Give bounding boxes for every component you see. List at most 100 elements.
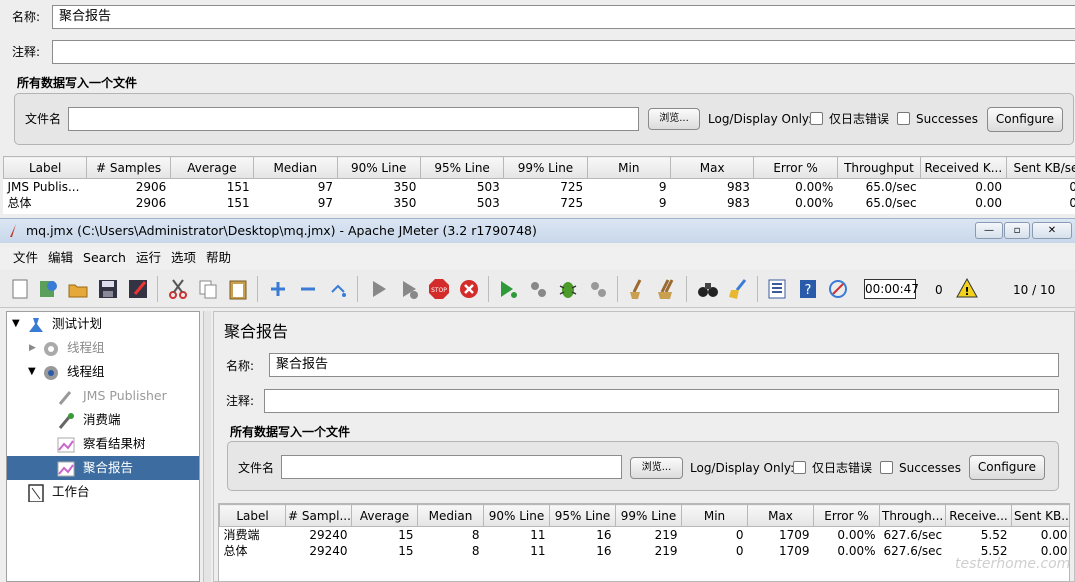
- minimize-button[interactable]: —: [975, 222, 1003, 239]
- templates-icon[interactable]: [37, 278, 59, 300]
- remote-settings-icon[interactable]: [827, 278, 849, 300]
- close-button[interactable]: ✕: [1032, 222, 1072, 239]
- warning-icon[interactable]: !: [956, 277, 978, 299]
- column-header[interactable]: Label: [219, 504, 286, 527]
- menu-options[interactable]: 选项: [166, 247, 201, 269]
- file-section-title: 所有数据写入一个文件: [230, 425, 351, 439]
- column-header[interactable]: Received K...: [920, 156, 1007, 179]
- column-header[interactable]: # Samples: [86, 156, 171, 179]
- table-row[interactable]: JMS Publis... 2906 151 97 350 503 725 9 983 0.00%…: [3, 178, 1075, 195]
- table-row[interactable]: 总体 2906 151 97 350 503 725 9 983 0.00% 65.0/sec 0.0…: [3, 195, 1075, 211]
- expand-toggle-icon[interactable]: ▼: [28, 360, 36, 384]
- errors-only-checkbox[interactable]: [793, 461, 806, 474]
- tree-item-view-results-tree[interactable]: 察看结果树: [7, 432, 199, 456]
- clear-icon[interactable]: [626, 278, 648, 300]
- browse-button[interactable]: 浏览...: [630, 457, 683, 479]
- column-header[interactable]: 95% Line: [549, 504, 616, 527]
- collapse-toggle-icon[interactable]: ▶: [29, 336, 36, 360]
- browse-button[interactable]: 浏览...: [648, 108, 700, 130]
- menu-search[interactable]: Search: [78, 247, 131, 269]
- menu-edit[interactable]: 编辑: [43, 247, 78, 269]
- successes-checkbox[interactable]: [880, 461, 893, 474]
- expand-icon[interactable]: [267, 278, 289, 300]
- svg-text:STOP: STOP: [431, 287, 447, 294]
- open-icon[interactable]: [67, 278, 89, 300]
- stop-icon[interactable]: STOP: [428, 278, 450, 300]
- comment-field[interactable]: [264, 389, 1059, 413]
- tree-item-thread-group-2[interactable]: ▼ 线程组: [7, 360, 199, 384]
- column-header[interactable]: 90% Line: [336, 156, 421, 179]
- new-icon[interactable]: [9, 278, 31, 300]
- cut-icon[interactable]: [167, 278, 189, 300]
- expand-toggle-icon[interactable]: ▼: [12, 312, 20, 336]
- remote-start-icon[interactable]: [497, 278, 519, 300]
- column-header[interactable]: Sent KB...: [1011, 504, 1069, 527]
- table-cell: 15: [351, 543, 418, 559]
- copy-icon[interactable]: [197, 278, 219, 300]
- name-field[interactable]: 聚合报告: [52, 5, 1075, 29]
- column-header[interactable]: Min: [586, 156, 672, 179]
- tree-item-thread-group-1[interactable]: ▶ 线程组: [7, 336, 199, 360]
- clear-all-icon[interactable]: [656, 278, 678, 300]
- column-header[interactable]: Label: [3, 156, 88, 179]
- column-header[interactable]: Median: [253, 156, 338, 179]
- table-cell: 29240: [285, 543, 352, 559]
- tree-item-test-plan[interactable]: ▼ 测试计划: [7, 312, 199, 336]
- toggle-icon[interactable]: [327, 278, 349, 300]
- remote-stop-icon[interactable]: [527, 278, 549, 300]
- start-no-pause-icon[interactable]: [398, 278, 420, 300]
- successes-checkbox[interactable]: [897, 112, 910, 125]
- column-header[interactable]: Min: [681, 504, 748, 527]
- column-header[interactable]: Median: [417, 504, 484, 527]
- binoculars-icon[interactable]: [697, 278, 719, 300]
- column-header[interactable]: Throughput: [836, 156, 922, 179]
- column-header[interactable]: Average: [169, 156, 255, 179]
- tree-item-label: 测试计划: [52, 316, 103, 331]
- column-header[interactable]: Error %: [753, 156, 838, 179]
- bug-icon[interactable]: [557, 278, 579, 300]
- filename-field[interactable]: [281, 455, 622, 479]
- broom-icon[interactable]: [727, 278, 749, 300]
- restore-button[interactable]: ▫: [1004, 222, 1030, 239]
- column-header[interactable]: 95% Line: [419, 156, 505, 179]
- filename-field[interactable]: [68, 107, 639, 131]
- column-header[interactable]: Max: [669, 156, 755, 179]
- main-panel: 聚合报告 名称: 聚合报告 注释: 所有数据写入一个文件 文件名 浏览... L…: [213, 311, 1075, 582]
- column-header[interactable]: Sent KB/sec: [1005, 156, 1075, 179]
- tree-item-jms-publisher[interactable]: JMS Publisher: [7, 384, 199, 408]
- column-header[interactable]: Max: [747, 504, 814, 527]
- column-header[interactable]: 99% Line: [615, 504, 682, 527]
- configure-button[interactable]: Configure: [987, 107, 1063, 132]
- column-header[interactable]: Receive...: [945, 504, 1012, 527]
- table-row[interactable]: 总体 29240 15 8 11 16 219 0 1709 0.00% 627.6/sec 5.52…: [219, 543, 1069, 559]
- remote-exit-icon[interactable]: [587, 278, 609, 300]
- log-display-label: Log/Display Only:: [690, 461, 795, 475]
- menu-run[interactable]: 运行: [131, 247, 166, 269]
- shutdown-icon[interactable]: [458, 278, 480, 300]
- collapse-icon[interactable]: [297, 278, 319, 300]
- svg-text:!: !: [964, 285, 969, 298]
- tree-splitter[interactable]: [203, 311, 211, 582]
- column-header[interactable]: Average: [351, 504, 418, 527]
- column-header[interactable]: # Sampl...: [285, 504, 352, 527]
- column-header[interactable]: Through...: [879, 504, 946, 527]
- start-icon[interactable]: [368, 278, 390, 300]
- column-header[interactable]: Error %: [813, 504, 880, 527]
- menu-file[interactable]: 文件: [8, 247, 43, 269]
- save-icon[interactable]: [97, 278, 119, 300]
- name-field[interactable]: 聚合报告: [269, 353, 1059, 377]
- configure-button[interactable]: Configure: [969, 455, 1045, 480]
- function-helper-icon[interactable]: [766, 278, 788, 300]
- column-header[interactable]: 90% Line: [483, 504, 550, 527]
- table-row[interactable]: 消费端 29240 15 8 11 16 219 0 1709 0.00% 627.6/sec 5.5…: [219, 526, 1069, 543]
- errors-only-checkbox[interactable]: [810, 112, 823, 125]
- comment-field[interactable]: [52, 40, 1075, 64]
- column-header[interactable]: 99% Line: [503, 156, 588, 179]
- save-as-icon[interactable]: [127, 278, 149, 300]
- menu-help[interactable]: 帮助: [201, 247, 236, 269]
- paste-icon[interactable]: [227, 278, 249, 300]
- tree-item-aggregate-report[interactable]: 聚合报告: [7, 456, 199, 480]
- help-icon[interactable]: ?: [797, 278, 819, 300]
- tree-item-consumer[interactable]: 消费端: [7, 408, 199, 432]
- tree-item-workbench[interactable]: 工作台: [7, 480, 199, 504]
